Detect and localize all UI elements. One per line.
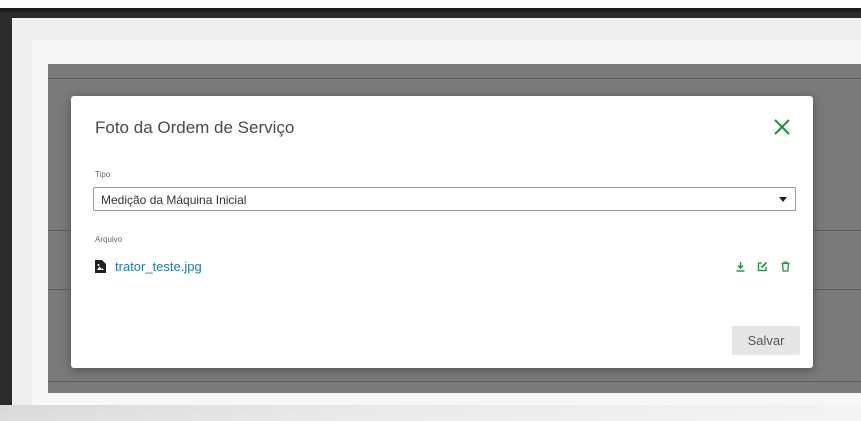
delete-icon (781, 261, 790, 272)
download-icon (736, 262, 745, 272)
close-icon (774, 119, 790, 135)
image-file-icon (95, 260, 106, 273)
edit-icon (757, 261, 768, 272)
backdrop-divider (48, 381, 861, 382)
download-button[interactable] (735, 259, 746, 272)
modal-title: Foto da Ordem de Serviço (95, 118, 295, 137)
tipo-select-value: Medição da Máquina Inicial (101, 193, 247, 207)
delete-button[interactable] (780, 259, 791, 272)
close-button[interactable] (773, 118, 791, 136)
photo-modal: Foto da Ordem de Serviço Tipo Medição da… (71, 96, 813, 368)
edit-button[interactable] (757, 259, 768, 272)
file-link[interactable]: trator_teste.jpg (115, 259, 202, 274)
tipo-label: Tipo (95, 170, 111, 179)
save-button[interactable]: Salvar (732, 326, 800, 355)
backdrop-divider (48, 78, 861, 79)
bottom-edge (0, 405, 861, 421)
caret-down-icon (779, 197, 787, 202)
tipo-select[interactable]: Medição da Máquina Inicial (93, 187, 796, 211)
arquivo-label: Arquivo (95, 235, 123, 244)
